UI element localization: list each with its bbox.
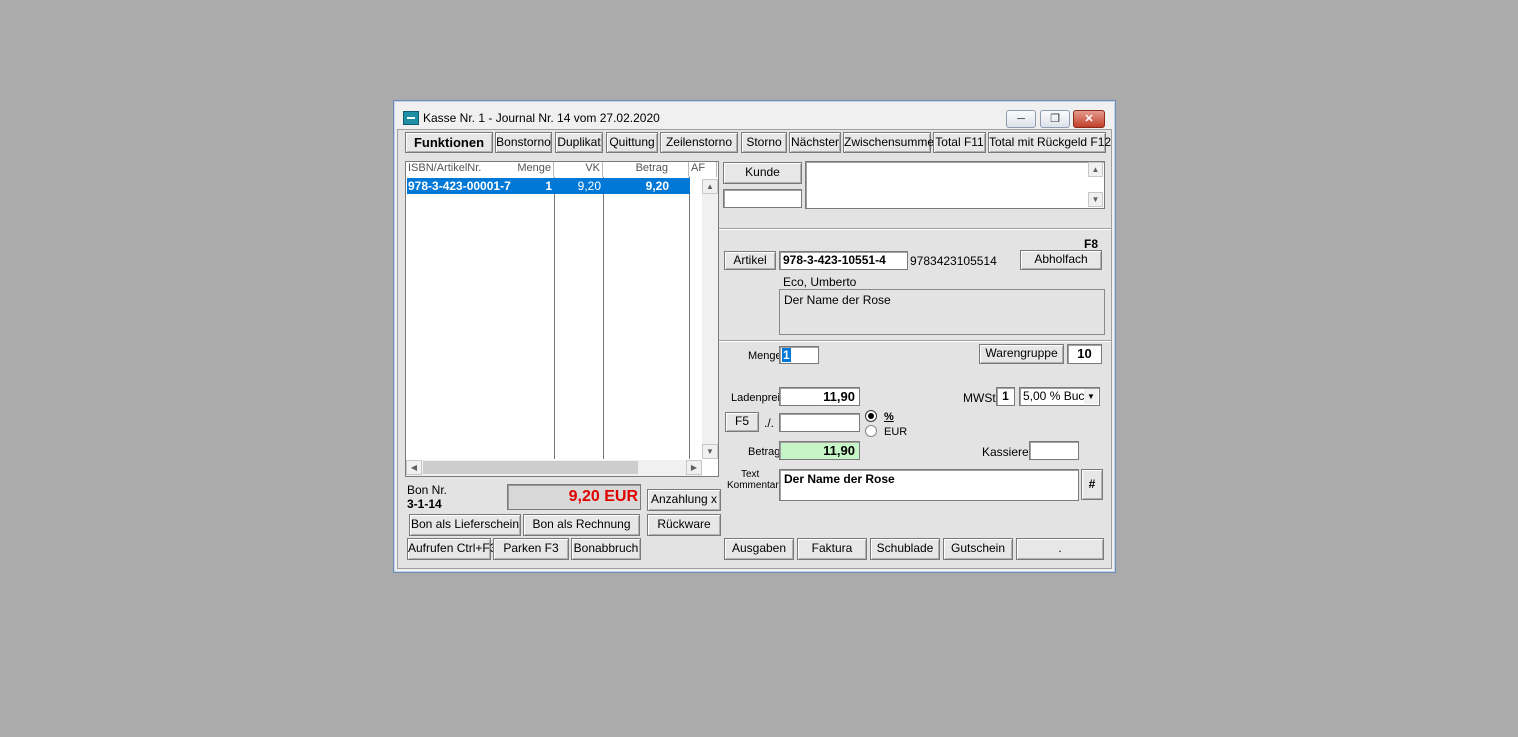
betrag-label: Betrag	[748, 446, 781, 458]
gutschein-button[interactable]: Gutschein	[943, 538, 1013, 560]
menge-value: 1	[782, 348, 791, 362]
bon-number: 3-1-14	[407, 497, 442, 511]
pos-window: Kasse Nr. 1 - Journal Nr. 14 vom 27.02.2…	[393, 100, 1116, 573]
client-area: Funktionen Bonstorno Duplikat Quittung Z…	[397, 129, 1112, 569]
restore-icon: ❐	[1050, 113, 1060, 125]
kunde-field[interactable]	[723, 189, 802, 208]
toolbar-storno[interactable]: Storno	[741, 132, 787, 153]
minimize-button[interactable]: ─	[1006, 110, 1036, 128]
mwst-code-field[interactable]: 1	[996, 387, 1015, 406]
scroll-left-icon[interactable]: ◀	[406, 460, 422, 475]
artikel-ean: 9783423105514	[910, 254, 997, 268]
column-header-af[interactable]: AF	[689, 162, 717, 177]
percent-label: %	[884, 411, 894, 423]
horizontal-scrollbar[interactable]: ◀ ▶	[406, 460, 702, 476]
scroll-thumb[interactable]	[423, 461, 638, 474]
scroll-down-icon[interactable]: ▼	[702, 444, 718, 459]
close-icon: ✕	[1084, 113, 1094, 125]
toolbar-zeilenstorno[interactable]: Zeilenstorno	[660, 132, 738, 153]
bon-total: 9,20 EUR	[507, 484, 641, 510]
scroll-down-icon[interactable]: ▼	[1088, 192, 1103, 207]
rueckware-button[interactable]: Rückware	[647, 514, 721, 536]
eur-label: EUR	[884, 426, 908, 438]
anzahlung-button[interactable]: Anzahlung x	[647, 489, 721, 511]
kassierer-label: Kassierer	[982, 445, 1033, 459]
column-label: ISBN/ArtikelNr.	[408, 162, 482, 174]
scroll-up-icon[interactable]: ▲	[702, 179, 718, 194]
toolbar-duplikat[interactable]: Duplikat	[555, 132, 603, 153]
artikel-button[interactable]: Artikel	[724, 251, 776, 270]
menge-field[interactable]: 1	[779, 346, 819, 364]
hash-button[interactable]: #	[1081, 469, 1103, 500]
artikel-isbn-field[interactable]: 978-3-423-10551-4	[779, 251, 908, 270]
rabatt-field[interactable]	[779, 413, 860, 432]
kassierer-field[interactable]	[1029, 441, 1079, 460]
artikel-title-box: Der Name der Rose	[779, 289, 1105, 335]
row-menge: 1	[545, 179, 552, 193]
toolbar-total-rueckgeld-f12[interactable]: Total mit Rückgeld F12	[988, 132, 1111, 153]
rabatt-label: ./.	[764, 416, 775, 430]
warengruppe-field[interactable]: 10	[1067, 344, 1102, 364]
column-divider	[689, 177, 690, 459]
artikel-author: Eco, Umberto	[783, 275, 857, 289]
ausgaben-button[interactable]: Ausgaben	[724, 538, 794, 560]
scroll-up-icon[interactable]: ▲	[1088, 162, 1103, 177]
mwst-select-value: 5,00 % Buc	[1023, 389, 1085, 403]
kommentar-label: Kommentar	[727, 480, 779, 491]
article-list[interactable]: ISBN/ArtikelNr. Menge VK Betrag AF 978-3…	[405, 161, 719, 477]
title-bar[interactable]: Kasse Nr. 1 - Journal Nr. 14 vom 27.02.2…	[394, 101, 1115, 129]
mwst-label: MWSt	[963, 391, 996, 405]
percent-radio[interactable]	[865, 410, 877, 422]
kunde-info-textarea[interactable]: ▲ ▼	[805, 161, 1105, 209]
chevron-down-icon[interactable]: ▼	[1084, 389, 1098, 404]
abholfach-button[interactable]: Abholfach	[1020, 250, 1102, 270]
toolbar-total-f11[interactable]: Total F11	[933, 132, 986, 153]
warengruppe-button[interactable]: Warengruppe	[979, 344, 1064, 364]
column-divider	[554, 177, 555, 459]
column-header-menge: Menge	[517, 162, 551, 174]
vertical-scrollbar[interactable]: ▲ ▼	[702, 179, 718, 459]
artikel-shortcut: F8	[1084, 237, 1099, 251]
bon-rechnung-button[interactable]: Bon als Rechnung	[523, 514, 640, 536]
mwst-select[interactable]: 5,00 % Buc ▼	[1019, 387, 1100, 406]
row-isbn: 978-3-423-00001-7	[408, 179, 511, 193]
parken-button[interactable]: Parken F3	[493, 538, 569, 560]
close-button[interactable]: ✕	[1073, 110, 1105, 128]
window-title: Kasse Nr. 1 - Journal Nr. 14 vom 27.02.2…	[423, 111, 660, 125]
app-icon	[403, 111, 419, 125]
betrag-field: 11,90	[779, 441, 860, 460]
f5-button[interactable]: F5	[725, 412, 759, 432]
kunde-button[interactable]: Kunde	[723, 162, 802, 184]
bon-lieferschein-button[interactable]: Bon als Lieferschein	[409, 514, 521, 536]
column-header-isbn[interactable]: ISBN/ArtikelNr. Menge	[406, 162, 554, 177]
row-vk: 9,20	[577, 179, 601, 193]
schublade-button[interactable]: Schublade	[870, 538, 940, 560]
toolbar-naechster[interactable]: Nächster	[789, 132, 841, 153]
faktura-button[interactable]: Faktura	[797, 538, 867, 560]
aufrufen-button[interactable]: Aufrufen Ctrl+F3	[407, 538, 496, 560]
toolbar-bonstorno[interactable]: Bonstorno	[495, 132, 552, 153]
column-divider	[603, 177, 604, 459]
column-header-vk[interactable]: VK	[554, 162, 603, 177]
minimize-icon: ─	[1017, 113, 1025, 125]
bon-label: Bon Nr.	[407, 483, 448, 497]
ladenpreis-label: Ladenpreis	[731, 392, 786, 404]
ladenpreis-field[interactable]: 11,90	[779, 387, 860, 406]
dot-button[interactable]: .	[1016, 538, 1104, 560]
toolbar-zwischensumme[interactable]: Zwischensumme	[843, 132, 934, 153]
scroll-right-icon[interactable]: ▶	[686, 460, 702, 475]
table-row[interactable]: 978-3-423-00001-7 1 9,20 9,20	[407, 178, 690, 194]
menge-label: Menge	[748, 350, 782, 362]
maximize-button[interactable]: ❐	[1040, 110, 1070, 128]
toolbar-quittung[interactable]: Quittung	[606, 132, 658, 153]
bonabbruch-button[interactable]: Bonabbruch	[571, 538, 641, 560]
divider	[719, 341, 1111, 342]
kommentar-label-text: Text	[741, 469, 760, 480]
toolbar-funktionen[interactable]: Funktionen	[405, 132, 493, 153]
eur-radio[interactable]	[865, 425, 877, 437]
divider	[719, 229, 1111, 230]
row-betrag: 9,20	[645, 179, 669, 193]
column-header-betrag[interactable]: Betrag	[603, 162, 689, 177]
kommentar-field[interactable]: Der Name der Rose	[779, 469, 1079, 501]
